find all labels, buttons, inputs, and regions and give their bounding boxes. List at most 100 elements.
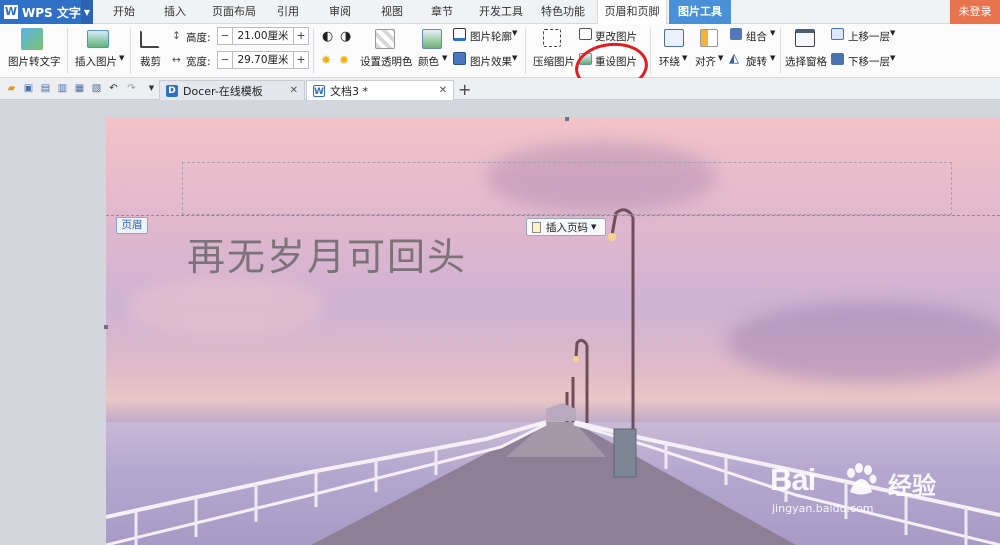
rotate-button[interactable]: 旋转 [746, 54, 767, 69]
tab-picture-tools[interactable]: 图片工具 [669, 0, 731, 24]
header-edit-area[interactable] [182, 162, 952, 215]
brightness-up-icon[interactable]: ✸ [321, 53, 331, 67]
width-increase-button[interactable]: + [294, 54, 308, 66]
selection-pane-icon[interactable] [795, 29, 815, 47]
docer-icon: D [166, 84, 178, 97]
login-button[interactable]: 未登录 [950, 0, 1000, 24]
picture-color-icon[interactable] [422, 29, 442, 49]
quick-access-caret-icon[interactable]: ▼ [146, 83, 157, 94]
set-transparent-color-button[interactable]: 设置透明色 [360, 54, 413, 69]
picture-color-button[interactable]: 颜色 [418, 54, 439, 69]
tab-references[interactable]: 引用 [270, 0, 306, 24]
tab-sections[interactable]: 章节 [424, 0, 460, 24]
picture-effect-button[interactable]: 图片效果 [470, 54, 512, 69]
page-number-icon [532, 221, 541, 233]
width-label: 宽度: [186, 56, 211, 68]
width-input[interactable]: 29.70厘米 [232, 52, 294, 68]
wrap-caret-icon[interactable]: ▼ [682, 54, 687, 62]
baidu-logo-text: Bai [770, 462, 816, 497]
tab-developer[interactable]: 开发工具 [474, 0, 528, 24]
tab-header-footer[interactable]: 页眉和页脚 [597, 0, 667, 24]
change-picture-icon[interactable] [579, 28, 592, 40]
align-caret-icon[interactable]: ▼ [718, 54, 723, 62]
insert-page-number-label: 插入页码 [546, 221, 588, 234]
app-menu-caret-icon[interactable]: ▼ [81, 0, 93, 24]
bring-forward-icon[interactable] [831, 28, 844, 40]
document-tab-bar: ▰ ▣ ▤ ▥ ▦ ▧ ↶ ↷ ▼ D Docer-在线模板 ✕ W 文档3 *… [0, 78, 1000, 100]
height-input[interactable]: 21.00厘米 [232, 28, 294, 44]
text-wrap-button[interactable]: 环绕 [659, 54, 680, 69]
group-button[interactable]: 组合 [746, 29, 767, 44]
picture-to-text-icon[interactable] [21, 28, 43, 50]
picture-outline-icon[interactable] [453, 28, 466, 41]
title-bar: W WPS 文字 ▼ 开始 插入 页面布局 引用 审阅 视图 章节 开发工具 特… [0, 0, 1000, 24]
new-tab-button[interactable]: + [458, 80, 471, 99]
send-backward-caret-icon[interactable]: ▼ [890, 54, 895, 62]
spell-check-icon[interactable]: ▧ [91, 83, 102, 94]
brightness-down-icon[interactable]: ✹ [339, 53, 349, 67]
doc-tab-document3[interactable]: W 文档3 * ✕ [306, 80, 454, 100]
close-icon[interactable]: ✕ [439, 85, 447, 96]
contrast-icon[interactable]: ◐ [322, 29, 333, 44]
height-stepper[interactable]: − 21.00厘米 + [217, 27, 309, 45]
jingyan-label: 经验 [888, 472, 936, 500]
tab-review[interactable]: 审阅 [322, 0, 358, 24]
color-caret-icon[interactable]: ▼ [442, 54, 447, 62]
align-button[interactable]: 对齐 [695, 54, 716, 69]
send-backward-button[interactable]: 下移一层 [848, 54, 890, 69]
height-label: 高度: [186, 32, 211, 44]
baidu-watermark: Bai 经验 jingyan.baidu.com [770, 456, 960, 530]
tab-page-layout[interactable]: 页面布局 [206, 0, 262, 24]
insert-picture-button[interactable]: 插入图片 [75, 54, 117, 69]
height-increase-button[interactable]: + [294, 30, 308, 42]
wps-app-menu-button[interactable]: W WPS 文字 ▼ [0, 0, 93, 24]
selection-pane-button[interactable]: 选择窗格 [785, 54, 827, 69]
crop-button[interactable]: 裁剪 [140, 54, 161, 69]
set-transparent-color-icon[interactable] [375, 29, 395, 49]
insert-page-number-button[interactable]: 插入页码 ▼ [526, 218, 606, 236]
bring-forward-button[interactable]: 上移一层 [848, 29, 890, 44]
effect-caret-icon[interactable]: ▼ [512, 54, 517, 62]
tab-view[interactable]: 视图 [374, 0, 410, 24]
picture-outline-button[interactable]: 图片轮廓 [470, 29, 512, 44]
crop-icon[interactable] [140, 30, 160, 48]
header-tag-label: 页眉 [116, 217, 148, 234]
width-decrease-button[interactable]: − [218, 54, 232, 66]
resize-handle-left[interactable] [104, 325, 108, 329]
print-icon[interactable]: ▥ [57, 83, 68, 94]
doc-tab-document3-label: 文档3 * [330, 84, 368, 98]
close-icon[interactable]: ✕ [290, 85, 298, 96]
save-icon[interactable]: ▣ [23, 83, 34, 94]
document-headline-text[interactable]: 再无岁月可回头 [187, 226, 467, 281]
brightness-contrast-icon[interactable]: ◑ [340, 29, 351, 44]
tab-start[interactable]: 开始 [106, 0, 142, 24]
resize-handle-top[interactable] [565, 117, 569, 121]
align-icon[interactable] [700, 29, 718, 47]
height-decrease-button[interactable]: − [218, 30, 232, 42]
insert-picture-caret-icon[interactable]: ▼ [119, 54, 124, 62]
width-stepper[interactable]: − 29.70厘米 + [217, 51, 309, 69]
insert-picture-icon[interactable] [87, 30, 109, 48]
compress-picture-button[interactable]: 压缩图片 [533, 54, 575, 69]
redo-icon[interactable]: ↷ [126, 83, 137, 94]
undo-icon[interactable]: ↶ [108, 83, 119, 94]
wps-logo-icon: W [4, 5, 18, 19]
tab-special-features[interactable]: 特色功能 [536, 0, 590, 24]
bring-forward-caret-icon[interactable]: ▼ [890, 29, 895, 37]
tab-insert[interactable]: 插入 [157, 0, 193, 24]
send-backward-icon[interactable] [831, 53, 844, 65]
group-caret-icon[interactable]: ▼ [770, 29, 775, 37]
rotate-icon[interactable]: ◭ [729, 51, 739, 66]
watermark-url: jingyan.baidu.com [772, 502, 874, 515]
rotate-caret-icon[interactable]: ▼ [770, 54, 775, 62]
text-wrap-icon[interactable] [664, 29, 684, 47]
print-preview-icon[interactable]: ▦ [74, 83, 85, 94]
group-icon[interactable] [730, 28, 742, 40]
picture-effect-icon[interactable] [453, 52, 466, 65]
outline-caret-icon[interactable]: ▼ [512, 29, 517, 37]
compress-picture-icon[interactable] [543, 29, 561, 47]
export-pdf-icon[interactable]: ▤ [40, 83, 51, 94]
doc-tab-docer[interactable]: D Docer-在线模板 ✕ [159, 80, 305, 100]
picture-to-text-button[interactable]: 图片转文字 [8, 54, 61, 69]
open-folder-icon[interactable]: ▰ [6, 83, 17, 94]
